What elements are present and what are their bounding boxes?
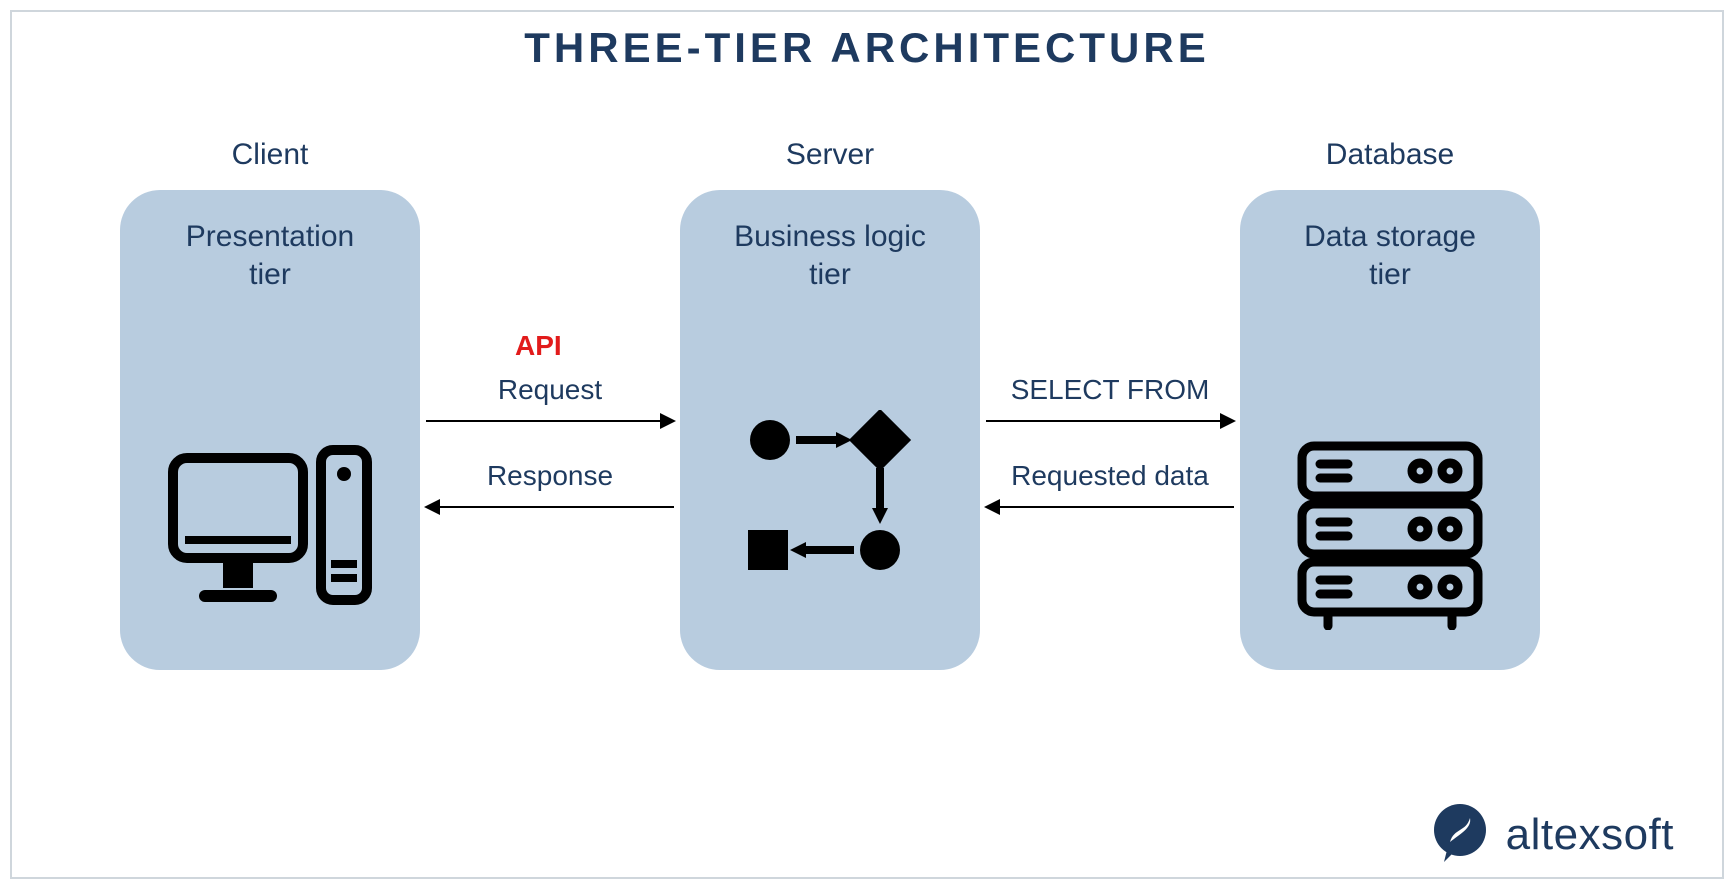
flowchart-icon [680,410,980,580]
arrow-database-to-server [986,506,1234,508]
brand-name: altexsoft [1506,810,1674,860]
tier-name-server: Business logic tier [680,218,980,293]
flow-label-select: SELECT FROM [986,374,1234,406]
arrow-server-to-client [426,506,674,508]
tier-name-database: Data storage tier [1240,218,1540,293]
arrow-server-to-database [986,420,1234,422]
brand-logo: altexsoft [1428,800,1674,869]
tier-box-client: Presentation tier [120,190,420,670]
brand-logo-icon [1428,800,1492,869]
tier-label-server: Server [680,138,980,172]
tier-label-database: Database [1240,138,1540,172]
flow-label-requested-data: Requested data [986,460,1234,492]
diagram-title: THREE-TIER ARCHITECTURE [0,24,1734,72]
tier-box-server: Business logic tier [680,190,980,670]
arrow-client-to-server [426,420,674,422]
server-rack-icon [1240,430,1540,630]
flow-label-request: Request [430,374,670,406]
computer-icon [120,440,420,630]
api-label: API [515,330,562,362]
flow-label-response: Response [430,460,670,492]
tier-box-database: Data storage tier [1240,190,1540,670]
tier-label-client: Client [120,138,420,172]
tier-name-client: Presentation tier [120,218,420,293]
